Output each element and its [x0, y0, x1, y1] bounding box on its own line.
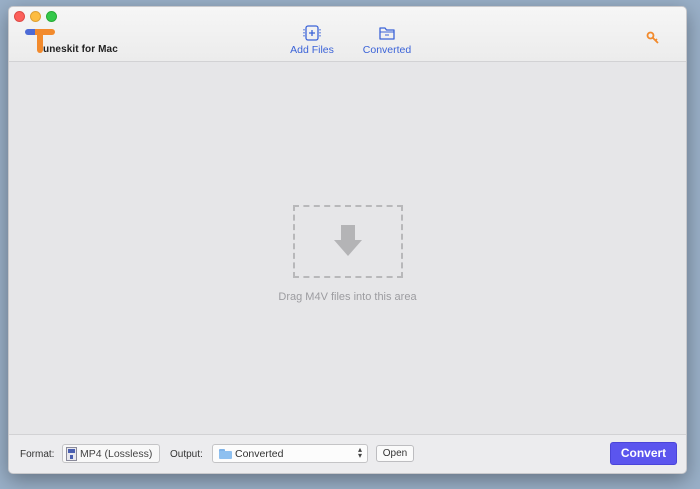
download-arrow-icon — [334, 225, 362, 256]
output-folder-icon — [219, 448, 232, 459]
drop-hint-text: Drag M4V files into this area — [278, 291, 417, 303]
add-file-icon — [303, 25, 321, 41]
key-icon[interactable] — [646, 31, 660, 45]
maximize-window-button[interactable] — [46, 11, 57, 22]
add-files-label: Add Files — [290, 44, 334, 56]
minimize-window-button[interactable] — [30, 11, 41, 22]
convert-button[interactable]: Convert — [610, 442, 677, 465]
converted-button[interactable]: Converted — [362, 25, 412, 57]
drop-area[interactable]: Drag M4V files into this area — [9, 62, 686, 434]
open-button[interactable]: Open — [376, 445, 414, 462]
bottom-bar: Format: MP4 (Lossless) Output: Converted… — [9, 434, 686, 473]
title-bar: uneskit for Mac Add Files Converted — [9, 7, 686, 62]
folder-icon — [379, 27, 395, 40]
output-value: Converted — [235, 447, 284, 460]
drop-zone-box[interactable] — [293, 205, 403, 278]
close-window-button[interactable] — [14, 11, 25, 22]
converted-label: Converted — [362, 44, 412, 56]
app-window: uneskit for Mac Add Files Converted Drag… — [8, 6, 687, 474]
add-files-button[interactable]: Add Files — [289, 25, 335, 57]
format-label: Format: — [20, 449, 55, 460]
mp4-file-icon — [66, 446, 77, 461]
format-selector[interactable]: MP4 (Lossless) — [62, 444, 160, 463]
select-arrows-icon: ▴ ▾ — [357, 445, 362, 460]
output-label: Output: — [170, 449, 203, 460]
logo-text: uneskit for Mac — [43, 44, 118, 55]
format-value: MP4 (Lossless) — [80, 447, 153, 460]
app-logo: uneskit for Mac — [25, 27, 118, 57]
output-folder-select[interactable]: Converted ▴ ▾ — [212, 444, 368, 463]
